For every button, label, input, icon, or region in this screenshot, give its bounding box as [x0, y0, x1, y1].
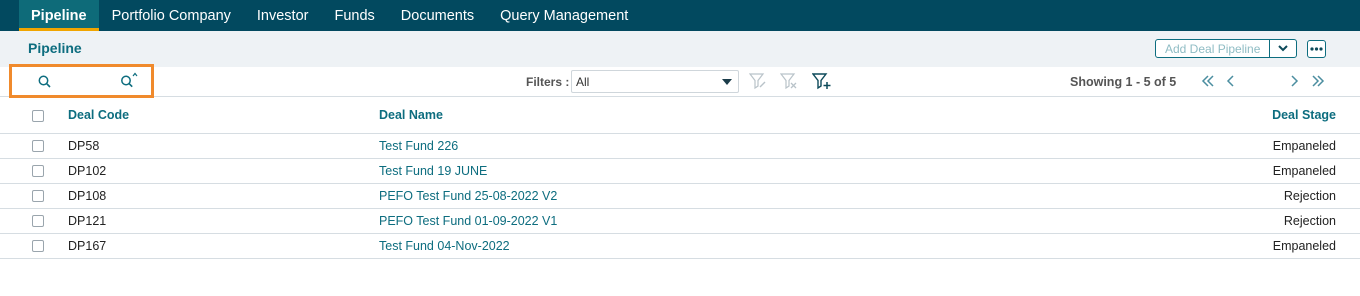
- table-row: DP58 Test Fund 226 Empaneled: [0, 134, 1360, 159]
- deal-name-link[interactable]: Test Fund 19 JUNE: [379, 164, 487, 178]
- filter-select-value: All: [576, 75, 590, 89]
- table-row: DP108 PEFO Test Fund 25-08-2022 V2 Rejec…: [0, 184, 1360, 209]
- deal-name-link[interactable]: Test Fund 04-Nov-2022: [379, 239, 510, 253]
- deal-code-cell: DP121: [68, 214, 107, 228]
- column-header-deal-code[interactable]: Deal Code: [68, 108, 129, 122]
- more-options-button[interactable]: [1307, 40, 1326, 58]
- deal-code-cell: DP167: [68, 239, 107, 253]
- search-icon[interactable]: [38, 75, 51, 91]
- deal-code-cell: DP108: [68, 189, 107, 203]
- last-page-icon[interactable]: [1311, 74, 1325, 91]
- deal-stage-cell: Rejection: [1283, 214, 1336, 228]
- add-deal-pipeline-button[interactable]: Add Deal Pipeline: [1156, 40, 1271, 57]
- nav-tab-investor[interactable]: Investor: [244, 0, 322, 31]
- deal-code-cell: DP58: [68, 139, 100, 153]
- table-header: Deal Code Deal Name Deal Stage: [0, 97, 1360, 134]
- deal-stage-cell: Empaneled: [1272, 139, 1336, 153]
- row-checkbox[interactable]: [32, 140, 44, 152]
- nav-tab-funds[interactable]: Funds: [321, 0, 387, 31]
- page-header: Pipeline Add Deal Pipeline: [0, 31, 1360, 67]
- filter-select[interactable]: All: [571, 70, 739, 93]
- column-header-deal-name[interactable]: Deal Name: [379, 108, 443, 122]
- pagination-status: Showing 1 - 5 of 5: [1070, 75, 1177, 89]
- next-page-icon[interactable]: [1289, 74, 1299, 91]
- deal-stage-cell: Empaneled: [1272, 239, 1336, 253]
- ellipsis-icon: [1310, 47, 1323, 51]
- filter-edit-icon[interactable]: [748, 73, 767, 93]
- filter-clear-icon[interactable]: [779, 73, 798, 93]
- caret-down-icon: [722, 79, 732, 85]
- nav-tab-documents[interactable]: Documents: [388, 0, 487, 31]
- row-checkbox[interactable]: [32, 165, 44, 177]
- advanced-search-icon[interactable]: [120, 72, 140, 91]
- filters-label: Filters :: [526, 75, 570, 89]
- table-row: DP167 Test Fund 04-Nov-2022 Empaneled: [0, 234, 1360, 259]
- table-row: DP121 PEFO Test Fund 01-09-2022 V1 Rejec…: [0, 209, 1360, 234]
- deal-stage-cell: Empaneled: [1272, 164, 1336, 178]
- add-deal-pipeline-group: Add Deal Pipeline: [1155, 39, 1298, 58]
- page-title: Pipeline: [28, 40, 82, 56]
- select-all-checkbox[interactable]: [32, 110, 44, 122]
- deal-name-link[interactable]: Test Fund 226: [379, 139, 458, 153]
- deal-stage-cell: Rejection: [1283, 189, 1336, 203]
- first-page-icon[interactable]: [1201, 74, 1215, 91]
- chevron-down-icon: [1278, 45, 1289, 52]
- nav-tab-query-management[interactable]: Query Management: [487, 0, 641, 31]
- table-row: DP102 Test Fund 19 JUNE Empaneled: [0, 159, 1360, 184]
- toolbar: Filters : All Showing 1 - 5 of 5: [0, 64, 1360, 98]
- pipeline-table: Deal Code Deal Name Deal Stage DP58 Test…: [0, 97, 1360, 259]
- row-checkbox[interactable]: [32, 240, 44, 252]
- deal-code-cell: DP102: [68, 164, 107, 178]
- search-box-highlight: [9, 64, 154, 98]
- prev-page-icon[interactable]: [1226, 74, 1236, 91]
- row-checkbox[interactable]: [32, 215, 44, 227]
- add-dropdown-button[interactable]: [1270, 40, 1296, 57]
- nav-tab-pipeline[interactable]: Pipeline: [19, 0, 99, 31]
- deal-name-link[interactable]: PEFO Test Fund 01-09-2022 V1: [379, 214, 557, 228]
- column-header-deal-stage[interactable]: Deal Stage: [1272, 108, 1336, 122]
- nav-tab-portfolio-company[interactable]: Portfolio Company: [99, 0, 244, 31]
- deal-name-link[interactable]: PEFO Test Fund 25-08-2022 V2: [379, 189, 557, 203]
- top-nav: Pipeline Portfolio Company Investor Fund…: [0, 0, 1360, 31]
- filter-add-icon[interactable]: [811, 73, 832, 93]
- row-checkbox[interactable]: [32, 190, 44, 202]
